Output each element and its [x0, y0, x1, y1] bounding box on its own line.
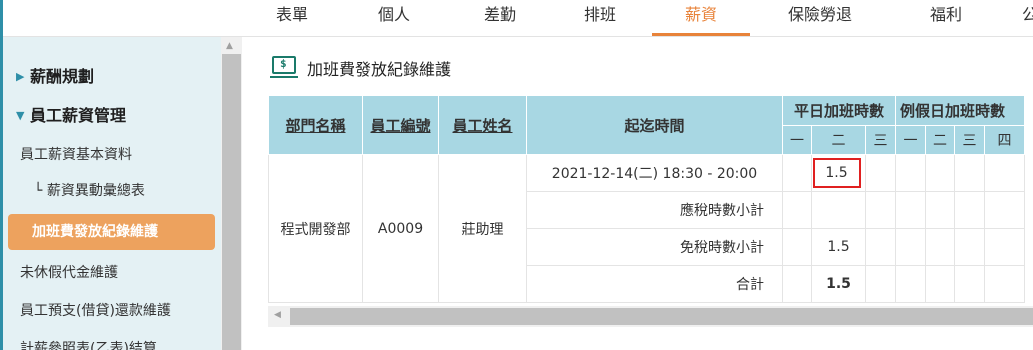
cell-dept: 程式開發部: [268, 154, 363, 303]
sidebar: ▶ 薪酬規劃 ▼ 員工薪資管理 員工薪資基本資料 └ 薪資異動彙總表 加班費發放紀錄…: [0, 37, 242, 350]
scroll-left-icon[interactable]: ◀: [274, 310, 281, 320]
weekday-header-mon: 一: [782, 125, 812, 155]
column-header-weekday-ot: 平日加班時數: [782, 95, 896, 126]
table-row: 程式開發部 A0009 莊助理 2021-12-14(二) 18:30 - 20…: [268, 154, 1025, 303]
holiday-header-wed: 三: [954, 125, 985, 155]
cell-holiday-thu: [984, 154, 1025, 192]
holiday-header-mon: 一: [895, 125, 926, 155]
cell-weekday-mon: [782, 154, 812, 192]
sidebar-section-employee-payroll[interactable]: ▼ 員工薪資管理: [16, 102, 126, 126]
column-header-emp-no[interactable]: 員工編號: [362, 95, 439, 155]
weekday-header-tue: 二: [811, 125, 866, 155]
top-nav: 表單 個人 差勤 排班 薪資 保險勞退 福利 公: [0, 0, 1033, 37]
cell-holiday-tue: [925, 154, 955, 192]
sidebar-item-unused-leave-pay[interactable]: 未休假代金維護: [20, 262, 118, 282]
sidebar-item-salary-basic-data[interactable]: 員工薪資基本資料: [20, 144, 132, 164]
highlighted-value: 1.5: [812, 158, 861, 188]
tab-insurance-pension[interactable]: 保險勞退: [780, 0, 860, 37]
window-edge: [0, 0, 3, 37]
scroll-up-icon[interactable]: ▲: [226, 41, 233, 51]
tab-scheduling[interactable]: 排班: [580, 0, 620, 37]
cell-holiday-wed: [954, 154, 985, 192]
cell-emp-name: 莊助理: [438, 154, 527, 303]
sidebar-item-overtime-pay-records[interactable]: 加班費發放紀錄維護: [8, 214, 215, 250]
tab-payroll[interactable]: 薪資: [681, 0, 721, 37]
sidebar-item-advance-repayment[interactable]: 員工預支(借貸)還款維護: [20, 300, 171, 320]
window-edge: [0, 37, 3, 350]
overtime-table: 部門名稱 員工編號 員工姓名 起迄時間 平日加班時數 例假日加班時數 一 二 三…: [268, 95, 1025, 303]
subtotal-label-taxable: 應稅時數小計: [526, 191, 783, 229]
tab-benefits[interactable]: 福利: [926, 0, 966, 37]
active-tab-indicator: [652, 33, 750, 36]
sidebar-section-salary-planning[interactable]: ▶ 薪酬規劃: [16, 63, 94, 87]
cell-weekday-wed: [865, 154, 896, 192]
cell-holiday-mon: [895, 154, 926, 192]
tab-forms[interactable]: 表單: [272, 0, 312, 37]
scrollbar-thumb[interactable]: [290, 308, 1033, 325]
page-title: 加班費發放紀錄維護: [307, 60, 452, 79]
sidebar-section-label: 員工薪資管理: [30, 106, 127, 125]
triangle-right-icon: ▶: [16, 70, 25, 83]
total-tue: 1.5: [811, 265, 866, 303]
holiday-header-thu: 四: [984, 125, 1025, 155]
subtotal-label-tax-free: 免稅時數小計: [526, 228, 783, 266]
tab-public[interactable]: 公: [1020, 0, 1033, 37]
holiday-header-tue: 二: [925, 125, 955, 155]
column-header-period: 起迄時間: [526, 95, 783, 155]
scrollbar-thumb[interactable]: [222, 54, 241, 350]
column-header-emp-name[interactable]: 員工姓名: [438, 95, 527, 155]
subtotal-taxable-tue: [811, 191, 866, 229]
sidebar-item-pay-reference-settlement[interactable]: 計薪參照表(乙表)結算: [20, 338, 157, 350]
tab-attendance[interactable]: 差勤: [480, 0, 520, 37]
cell-emp-no: A0009: [362, 154, 439, 303]
money-icon: $: [270, 56, 298, 78]
column-header-holiday-ot: 例假日加班時數: [895, 95, 1025, 126]
column-header-dept[interactable]: 部門名稱: [268, 95, 363, 155]
subtotal-tax-free-tue: 1.5: [811, 228, 866, 266]
tab-personal[interactable]: 個人: [374, 0, 414, 37]
sidebar-scrollbar[interactable]: ▲: [221, 37, 242, 350]
triangle-down-icon: ▼: [16, 109, 25, 122]
weekday-header-wed: 三: [865, 125, 896, 155]
table-horizontal-scrollbar[interactable]: ◀: [268, 306, 1033, 327]
cell-period: 2021-12-14(二) 18:30 - 20:00: [526, 154, 783, 192]
total-label: 合計: [526, 265, 783, 303]
cell-weekday-tue: 1.5: [811, 154, 866, 192]
sidebar-section-label: 薪酬規劃: [30, 67, 95, 86]
sidebar-item-salary-change-summary[interactable]: └ 薪資異動彙總表: [34, 180, 145, 200]
